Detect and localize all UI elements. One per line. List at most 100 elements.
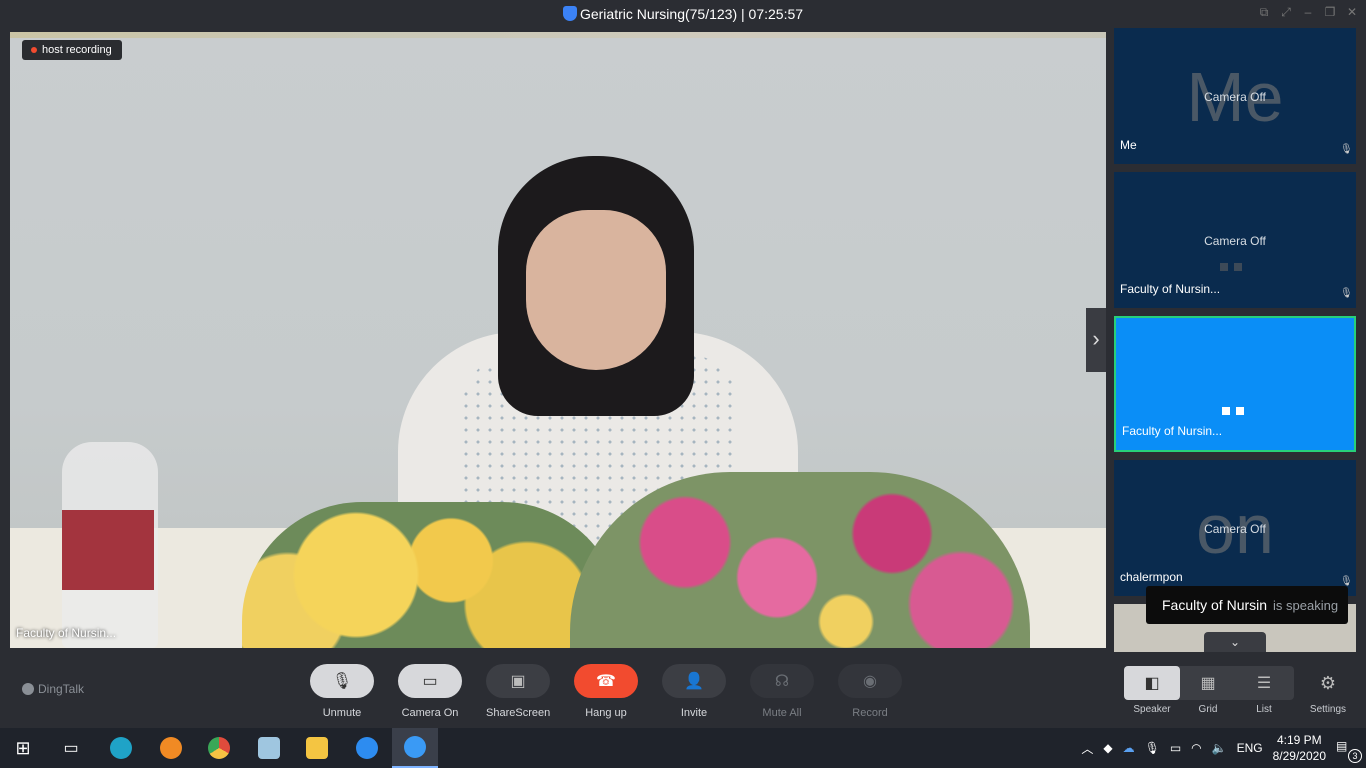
firefox-icon: [160, 737, 182, 759]
avatar: [1222, 402, 1252, 415]
settings-label: Settings: [1309, 704, 1347, 715]
clock[interactable]: 4:19 PM 8/29/2020: [1273, 732, 1326, 764]
participant-name: Faculty of Nursin...: [1120, 282, 1221, 296]
title-bar: Geriatric Nursing(75/123) | 07:25:57 ⧉ ⤢…: [0, 0, 1366, 28]
close-icon[interactable]: ✕: [1346, 6, 1358, 18]
task-view-button[interactable]: ▭: [48, 728, 94, 768]
brand-name: DingTalk: [38, 682, 85, 696]
camera-label: Camera On: [401, 707, 459, 719]
chevron-down-icon[interactable]: ⌄: [1204, 632, 1266, 652]
participant-tile[interactable]: Camera Off Faculty of Nursin... 🎙: [1114, 172, 1356, 308]
clock-date: 8/29/2020: [1272, 749, 1326, 763]
mic-muted-icon: 🎙: [1340, 144, 1353, 155]
participant-tile[interactable]: on Camera Off chalermpon 🎙: [1114, 460, 1356, 596]
title-separator: |: [741, 6, 745, 22]
main-video[interactable]: [10, 32, 1106, 648]
mic-muted-icon: 🎙: [1340, 288, 1353, 299]
battery-icon[interactable]: ▭: [1170, 741, 1181, 755]
hang-up-button[interactable]: ☎ Hang up: [574, 664, 638, 719]
dingtalk-icon: [356, 737, 378, 759]
meeting-icon: [404, 736, 426, 758]
list-view-icon: ☰: [1256, 675, 1272, 692]
camera-status: Camera Off: [1204, 522, 1266, 536]
mute-all-label: Mute All: [762, 707, 802, 719]
recording-dot-icon: [31, 47, 37, 53]
mute-all-icon: ☊: [750, 664, 814, 698]
meeting-toolbar: DingTalk 🎙 Unmute ▭ Camera On ▣ ShareScr…: [0, 652, 1366, 726]
edge-app[interactable]: [98, 728, 144, 768]
invite-button[interactable]: 👤 Invite: [662, 664, 726, 719]
file-explorer-app[interactable]: [294, 728, 340, 768]
share-screen-icon: ▣: [486, 664, 550, 698]
brand-logo: DingTalk: [22, 682, 84, 696]
view-mode-switcher: ◧ ▦ ☰: [1124, 666, 1294, 700]
recording-label: host recording: [42, 44, 112, 56]
minimize-icon[interactable]: –: [1302, 6, 1314, 18]
maximize-icon[interactable]: ❐: [1324, 6, 1336, 18]
list-view-button[interactable]: ☰: [1236, 666, 1292, 700]
participant-name: Faculty of Nursin...: [1122, 424, 1223, 438]
notes-app[interactable]: [246, 728, 292, 768]
participant-tile-speaking[interactable]: Faculty of Nursin...: [1114, 316, 1356, 452]
participant-name: Me: [1120, 138, 1137, 152]
fullscreen-icon[interactable]: ⤢: [1280, 6, 1292, 18]
mic-off-icon: 🎙: [310, 664, 374, 698]
speaking-text: is speaking: [1273, 598, 1339, 613]
avatar: [1220, 258, 1250, 271]
chrome-app[interactable]: [196, 728, 242, 768]
window-controls: ⧉ ⤢ – ❐ ✕: [1258, 6, 1358, 18]
grid-view-button[interactable]: ▦: [1180, 666, 1236, 700]
wifi-icon[interactable]: ◠: [1191, 741, 1201, 755]
volume-icon[interactable]: 🔈: [1212, 741, 1227, 755]
clock-time: 4:19 PM: [1276, 733, 1322, 747]
edge-icon: [110, 737, 132, 759]
notification-count: 3: [1348, 749, 1362, 763]
speaker-view-label: Speaker: [1133, 704, 1171, 715]
dingtalk-meeting-app[interactable]: [392, 728, 438, 768]
dingtalk-icon: [22, 683, 34, 695]
unmute-button[interactable]: 🎙 Unmute: [310, 664, 374, 719]
dingtalk-app[interactable]: [344, 728, 390, 768]
mute-all-button[interactable]: ☊ Mute All: [750, 664, 814, 719]
speaker-view-button[interactable]: ◧: [1124, 666, 1180, 700]
screenshot-icon[interactable]: ⧉: [1258, 6, 1270, 18]
wall-decoration: [10, 32, 1106, 38]
notification-icon: ▤: [1336, 739, 1348, 753]
speaking-indicator: Faculty of Nursin is speaking: [1146, 586, 1348, 624]
grid-view-label: Grid: [1198, 704, 1218, 715]
meeting-name: Geriatric Nursing(75/123): [579, 6, 738, 22]
camera-status: Camera Off: [1204, 234, 1266, 248]
participant-tile[interactable]: Me Camera Off Me 🎙: [1114, 28, 1356, 164]
phone-hangup-icon: ☎: [574, 664, 638, 698]
notepad-icon: [258, 737, 280, 759]
bottle-label: [62, 510, 154, 590]
dropbox-icon[interactable]: ◆: [1103, 741, 1112, 755]
speaker-view-icon: ◧: [1144, 675, 1160, 692]
share-label: ShareScreen: [486, 707, 551, 719]
record-button[interactable]: ◉ Record: [838, 664, 902, 719]
settings-button[interactable]: ⚙ Settings: [1306, 666, 1350, 715]
main-video-name: Faculty of Nursin...: [16, 626, 117, 640]
folder-icon: [306, 737, 328, 759]
onedrive-icon[interactable]: ☁: [1123, 741, 1135, 755]
camera-off-icon: ▭: [398, 664, 462, 698]
hangup-label: Hang up: [585, 707, 627, 719]
start-button[interactable]: ⊞: [0, 728, 46, 768]
share-screen-button[interactable]: ▣ ShareScreen: [486, 664, 550, 719]
action-center-button[interactable]: ▤ 3: [1336, 739, 1362, 763]
language-indicator[interactable]: ENG: [1237, 741, 1263, 755]
record-label: Record: [852, 707, 888, 719]
camera-on-button[interactable]: ▭ Camera On: [398, 664, 462, 719]
microphone-icon[interactable]: 🎙: [1145, 741, 1160, 755]
meeting-title: Geriatric Nursing(75/123) | 07:25:57: [0, 6, 1366, 22]
chrome-icon: [208, 737, 230, 759]
os-taskbar: ⊞ ▭ ︿ ◆ ☁ 🎙 ▭ ◠ 🔈 ENG 4:19 PM 8/29/2020 …: [0, 728, 1366, 768]
firefox-app[interactable]: [148, 728, 194, 768]
lock-icon: [562, 6, 577, 21]
task-view-icon: ▭: [63, 740, 79, 757]
list-view-label: List: [1256, 704, 1272, 715]
speaking-name: Faculty of Nursin: [1162, 597, 1268, 613]
participant-name: chalermpon: [1120, 570, 1183, 584]
chevron-up-icon[interactable]: ︿: [1081, 740, 1093, 757]
chevron-right-icon[interactable]: ›: [1086, 308, 1106, 372]
